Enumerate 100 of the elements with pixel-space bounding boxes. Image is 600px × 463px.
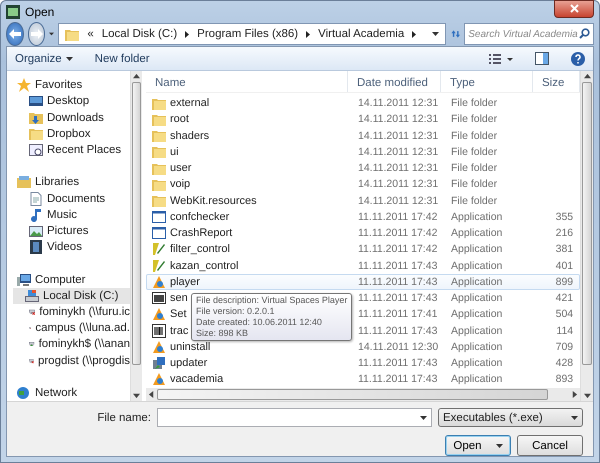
date-cell-text: 14.11.2011 12:31 xyxy=(357,194,440,207)
file-name[interactable]: ui xyxy=(170,146,179,158)
type-cell-text: Application xyxy=(450,308,504,320)
breadcrumb[interactable]: « xyxy=(87,28,94,40)
triangle-icon xyxy=(152,274,166,289)
sidebar-item[interactable]: Recent Places xyxy=(17,142,130,158)
file-name[interactable]: sen xyxy=(170,292,188,304)
sidebar-item[interactable]: Documents xyxy=(17,190,130,207)
scrollbar[interactable] xyxy=(580,71,593,401)
type-cell-text: Application xyxy=(450,340,504,353)
size-cell-text: 381 xyxy=(554,243,574,256)
file-name[interactable]: filter_control xyxy=(170,243,230,256)
preview-pane-icon[interactable] xyxy=(535,52,549,65)
date-cell-text: 11.11.2011 17:42 xyxy=(357,243,438,256)
size-cell-text: 428 xyxy=(554,357,574,370)
sidebar-heading[interactable]: Favorites xyxy=(17,77,130,94)
file-name[interactable]: root xyxy=(170,113,189,126)
file-name[interactable]: trac xyxy=(170,324,188,337)
sidebar-item[interactable]: fominykh (\\furu.ic xyxy=(17,304,130,320)
type-cell-text: Application xyxy=(450,276,504,288)
size-cell-text: 216 xyxy=(554,227,574,240)
sidebar-heading[interactable]: Network xyxy=(17,384,130,401)
column-header[interactable]: Type xyxy=(441,71,533,92)
file-name[interactable]: confchecker xyxy=(170,210,230,223)
scroll-arrow-icon[interactable] xyxy=(133,392,140,399)
open-button[interactable]: Open xyxy=(445,435,511,456)
sidebar-item[interactable]: Downloads xyxy=(17,109,130,126)
file-name[interactable]: kazan_control xyxy=(170,260,238,272)
date-cell-text: 11.11.2011 17:41 xyxy=(357,308,438,320)
file-name[interactable]: shaders xyxy=(170,130,210,142)
disk-drive-icon xyxy=(25,288,39,303)
folder-icon xyxy=(152,112,166,126)
type-cell-text: File folder xyxy=(450,97,498,110)
size-cell-text: 114 xyxy=(555,324,574,337)
new-folder-button[interactable]: New folder xyxy=(94,52,150,64)
terminal-icon xyxy=(152,291,166,306)
sidebar-heading[interactable]: Libraries xyxy=(17,174,130,190)
size-cell-text: 899 xyxy=(554,276,574,288)
file-name[interactable]: player xyxy=(170,276,200,288)
computer-icon xyxy=(17,272,31,287)
sidebar-heading[interactable]: Computer xyxy=(17,271,130,288)
column-header[interactable]: Date modified xyxy=(348,71,441,92)
file-name[interactable]: CrashReport xyxy=(170,227,232,240)
column-header[interactable]: Name xyxy=(146,71,348,92)
type-cell-text: File folder xyxy=(450,113,498,126)
date-cell-text: 14.11.2011 12:31 xyxy=(357,146,440,158)
file-name[interactable]: external xyxy=(170,97,210,110)
folder-icon xyxy=(152,145,166,158)
help-icon[interactable] xyxy=(571,52,585,66)
date-cell-text: 14.11.2011 12:31 xyxy=(357,130,440,142)
forward-button[interactable] xyxy=(28,22,46,46)
sidebar-item[interactable]: Music xyxy=(17,206,130,223)
sidebar-item[interactable]: fominykh$ (\\anan xyxy=(17,336,130,352)
highlighted-row[interactable]: player 11.11.2011 17:43 Application 899 xyxy=(146,274,580,290)
search-field[interactable]: Search Virtual Academia xyxy=(464,23,594,45)
scroll-arrow-icon[interactable] xyxy=(133,73,140,80)
sidebar-item[interactable]: Pictures xyxy=(17,222,130,240)
file-name[interactable]: updater xyxy=(170,357,208,370)
date-cell-text: 11.11.2011 17:43 xyxy=(357,373,438,386)
type-cell-text: Application xyxy=(450,357,504,370)
type-cell-text: File folder xyxy=(450,130,498,142)
file-name-field[interactable] xyxy=(157,408,432,427)
file-type-dropdown[interactable]: Executables (*.exe) xyxy=(438,408,583,427)
sidebar-item[interactable]: progdist (\\progdis xyxy=(17,352,130,369)
tooltip-line: File description: Virtual Spaces Player xyxy=(196,295,348,306)
file-name[interactable]: vacademia xyxy=(170,373,224,386)
breadcrumb[interactable]: Local Disk (C:) xyxy=(102,28,178,40)
file-name[interactable]: WebKit.resources xyxy=(170,194,257,207)
scroll-arrow-icon[interactable] xyxy=(148,391,155,398)
sidebar-item[interactable]: campus (\\luna.ad. xyxy=(17,320,130,336)
desktop-icon xyxy=(29,94,43,108)
breadcrumb[interactable]: Program Files (x86) xyxy=(197,28,298,40)
triangle-icon xyxy=(152,307,166,322)
type-cell-text: Application xyxy=(450,260,504,272)
folder-icon xyxy=(29,127,43,140)
type-cell-text: Application xyxy=(450,292,504,304)
recent-places-icon xyxy=(29,142,43,157)
sidebar-item[interactable]: Desktop xyxy=(17,93,130,110)
caret-icon xyxy=(571,416,578,420)
sidebar-item[interactable]: Videos xyxy=(17,239,130,256)
file-name[interactable]: voip xyxy=(170,178,190,190)
file-name[interactable]: uninstall xyxy=(170,340,210,353)
scroll-arrow-icon[interactable] xyxy=(584,73,590,80)
back-button[interactable] xyxy=(6,22,24,46)
sidebar-item[interactable]: Local Disk (C:) xyxy=(13,288,130,304)
scrollbar[interactable] xyxy=(130,71,142,401)
address-bar[interactable]: « Local Disk (C:) Program Files (x86) Virtual Academia xyxy=(58,23,446,45)
file-name[interactable]: user xyxy=(170,162,192,174)
organize-button[interactable]: Organize xyxy=(15,52,73,64)
type-cell-text: File folder xyxy=(450,178,498,190)
chevron-icon xyxy=(306,30,310,38)
sidebar-item[interactable]: Dropbox xyxy=(17,126,130,142)
horizontal-scrollbar[interactable] xyxy=(146,388,580,401)
view-options-icon[interactable] xyxy=(489,52,513,64)
file-name[interactable]: Set xyxy=(170,308,187,320)
breadcrumb[interactable]: Virtual Academia xyxy=(318,28,404,40)
triangle-icon xyxy=(152,372,166,386)
date-cell-text: 11.11.2011 17:42 xyxy=(357,210,438,223)
cancel-button[interactable]: Cancel xyxy=(517,435,583,456)
close-button[interactable] xyxy=(554,0,594,18)
